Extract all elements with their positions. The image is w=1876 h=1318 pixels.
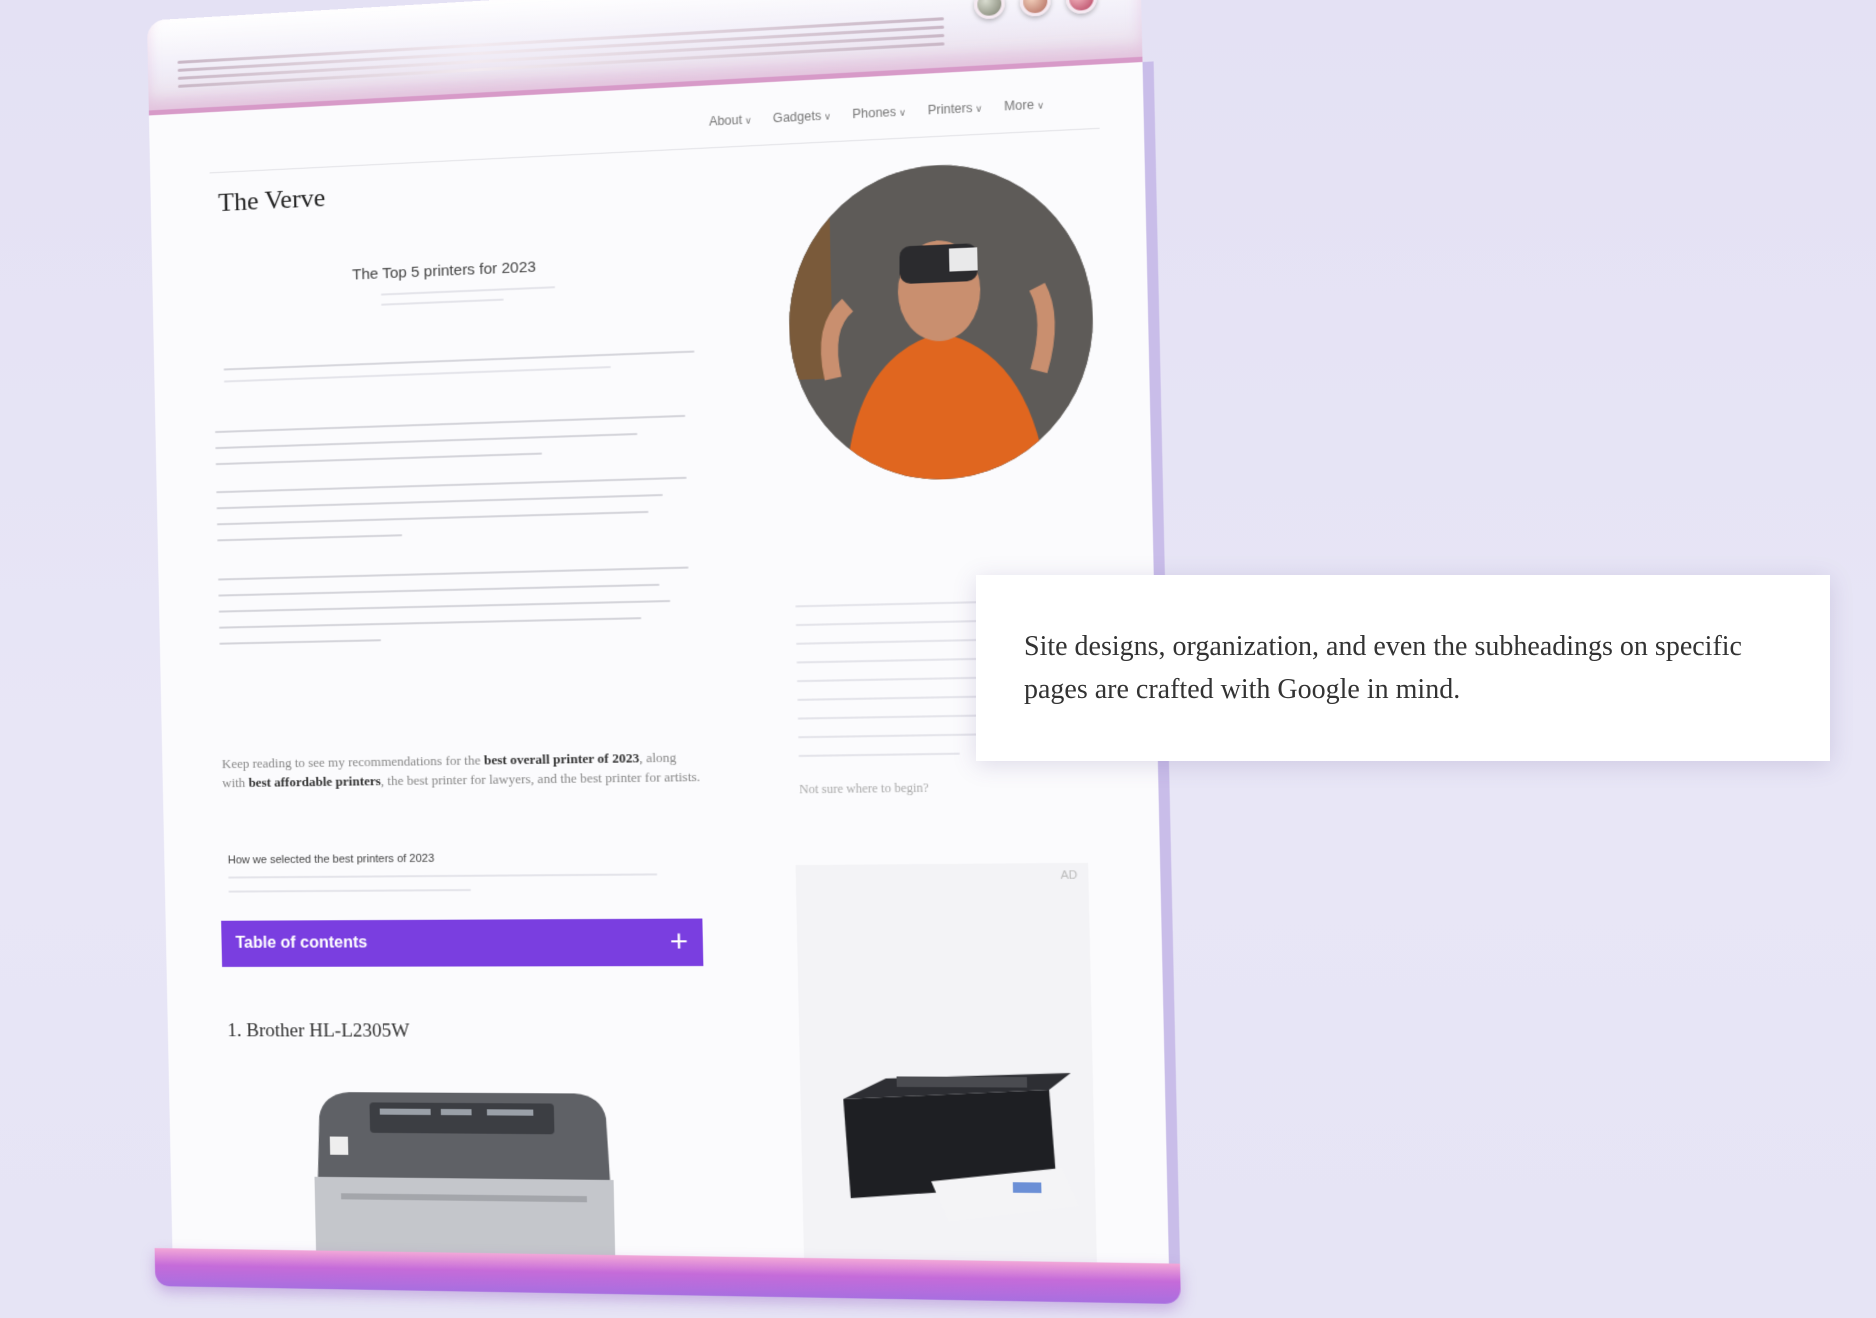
byline-placeholder — [380, 286, 556, 296]
printer-image — [312, 1091, 616, 1263]
table-of-contents-toggle[interactable]: Table of contents + — [221, 918, 704, 967]
body-paragraph — [216, 476, 688, 556]
not-sure-text: Not sure where to begin? — [799, 780, 929, 797]
section-heading: How we selected the best printers of 202… — [227, 852, 435, 867]
nav-item-about[interactable]: About — [709, 112, 752, 129]
site-nav: About Gadgets Phones Printers More — [709, 97, 1044, 129]
ad-panel[interactable]: AD — [795, 862, 1097, 1265]
window-controls — [973, 0, 1098, 20]
best-affordable-link[interactable]: best affordable printers — [248, 773, 381, 790]
maximize-button[interactable] — [1019, 0, 1051, 18]
divider-line — [223, 366, 611, 383]
minimize-button[interactable] — [973, 0, 1005, 20]
toc-label: Table of contents — [235, 934, 368, 952]
list-item-heading: 1. Brother HL-L2305W — [227, 1020, 410, 1042]
divider-line — [223, 350, 695, 371]
nav-item-gadgets[interactable]: Gadgets — [773, 108, 831, 125]
nav-item-printers[interactable]: Printers — [927, 100, 982, 118]
section-text-placeholder — [228, 873, 658, 879]
keep-reading-paragraph: Keep reading to see my recommendations f… — [221, 749, 701, 791]
article-title: The Top 5 printers for 2023 — [351, 258, 537, 284]
ad-label: AD — [1060, 869, 1078, 883]
best-overall-link[interactable]: best overall printer of 2023 — [484, 750, 640, 768]
callout-text: Site designs, organization, and even the… — [1024, 631, 1742, 705]
site-title[interactable]: The Verve — [218, 183, 326, 218]
section-text-placeholder — [228, 889, 472, 893]
nav-item-phones[interactable]: Phones — [852, 104, 906, 122]
body-paragraph — [218, 566, 690, 659]
author-avatar — [785, 157, 1097, 484]
callout-box: Site designs, organization, and even the… — [976, 575, 1830, 761]
close-button[interactable] — [1065, 0, 1098, 15]
intro-paragraph — [214, 414, 686, 479]
plus-icon[interactable]: + — [669, 925, 688, 959]
nav-item-more[interactable]: More — [1004, 97, 1044, 113]
ad-printer-image — [842, 1072, 1080, 1224]
byline-placeholder — [381, 298, 504, 306]
